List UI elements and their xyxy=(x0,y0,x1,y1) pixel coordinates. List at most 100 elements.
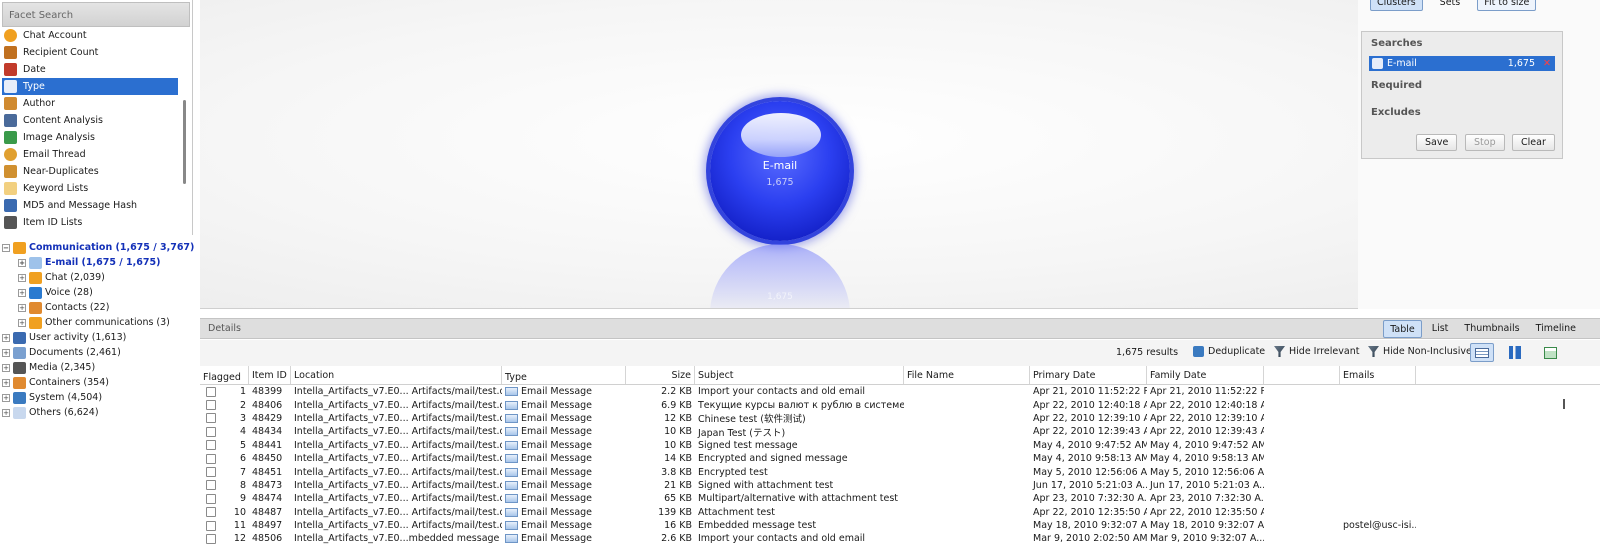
tree-expander[interactable]: + xyxy=(2,408,10,417)
deduplicate-button[interactable]: Deduplicate xyxy=(1193,346,1265,357)
column-header-emails[interactable]: Emails xyxy=(1340,366,1416,384)
tree-expander[interactable]: + xyxy=(18,303,26,312)
tab-thumbnails[interactable]: Thumbnails xyxy=(1458,320,1525,338)
tree-expander[interactable]: − xyxy=(2,243,10,252)
facet-item-md5-and-message-hash[interactable]: MD5 and Message Hash xyxy=(2,197,178,214)
search-entry-email[interactable]: E-mail 1,675 ✕ xyxy=(1369,56,1555,71)
table-row[interactable]: 7 48451 Intella_Artifacts_v7.E0... Artifac… xyxy=(200,465,1600,478)
tree-node[interactable]: + System (4,504) xyxy=(0,390,195,405)
facet-item-author[interactable]: Author xyxy=(2,95,178,112)
facet-item-near-duplicates[interactable]: Near-Duplicates xyxy=(2,163,178,180)
row-number: 9 xyxy=(239,493,246,505)
table-scrollbar[interactable] xyxy=(1563,399,1565,409)
tree-expander[interactable]: + xyxy=(2,378,10,387)
tab-sets[interactable]: Sets xyxy=(1433,0,1468,11)
tree-node[interactable]: − Communication (1,675 / 3,767) xyxy=(0,240,195,255)
column-header-file-name[interactable]: File Name xyxy=(904,366,1030,384)
table-layout-button[interactable] xyxy=(1470,343,1494,362)
column-header-subject[interactable]: Subject xyxy=(695,366,904,384)
cluster-map[interactable]: E-mail 1,675 1,675 xyxy=(200,0,1558,309)
flag-checkbox[interactable] xyxy=(206,480,216,491)
tree-expander[interactable]: + xyxy=(2,393,10,402)
cell-family-date: Apr 22, 2010 12:35:50 A... xyxy=(1150,506,1264,518)
facet-item-recipient-count[interactable]: Recipient Count xyxy=(2,44,178,61)
facet-item-content-analysis[interactable]: Content Analysis xyxy=(2,112,178,129)
documents-icon xyxy=(13,346,26,359)
tree-node[interactable]: + User activity (1,613) xyxy=(0,330,195,345)
flag-checkbox[interactable] xyxy=(206,493,216,504)
facet-item-date[interactable]: Date xyxy=(2,61,178,78)
facet-item-keyword-lists[interactable]: Keyword Lists xyxy=(2,180,178,197)
tree-node[interactable]: + Media (2,345) xyxy=(0,360,195,375)
cluster-sphere-email[interactable]: E-mail 1,675 xyxy=(710,101,850,241)
table-row[interactable]: 3 48429 Intella_Artifacts_v7.E0... Artifac… xyxy=(200,412,1600,425)
table-row[interactable]: 8 48473 Intella_Artifacts_v7.E0... Artifac… xyxy=(200,479,1600,492)
facet-list-scrollbar[interactable] xyxy=(183,100,186,184)
tree-expander[interactable]: + xyxy=(18,318,26,327)
searches-box: Searches E-mail 1,675 ✕ Required Exclude… xyxy=(1361,31,1563,159)
tree-expander[interactable]: + xyxy=(18,258,26,267)
tab-clusters[interactable]: Clusters xyxy=(1370,0,1423,11)
facet-item-item-id-lists[interactable]: Item ID Lists xyxy=(2,214,178,231)
table-row[interactable]: 5 48441 Intella_Artifacts_v7.E0... Artifac… xyxy=(200,439,1600,452)
tree-node[interactable]: + Contacts (22) xyxy=(0,300,195,315)
export-button[interactable] xyxy=(1538,343,1562,362)
clear-button[interactable]: Clear xyxy=(1512,134,1555,151)
table-row[interactable]: 6 48450 Intella_Artifacts_v7.E0... Artifac… xyxy=(200,452,1600,465)
column-header-primary-date[interactable]: Primary Date xyxy=(1030,366,1147,384)
tree-node-label: Others (6,624) xyxy=(29,407,99,418)
flag-checkbox[interactable] xyxy=(206,520,216,531)
hide-non-inclusive-button[interactable]: Hide Non-Inclusive xyxy=(1368,346,1472,357)
facet-item-image-analysis[interactable]: Image Analysis xyxy=(2,129,178,146)
remove-search-icon[interactable]: ✕ xyxy=(1543,58,1551,69)
tree-node[interactable]: + E-mail (1,675 / 1,675) xyxy=(0,255,195,270)
save-button[interactable]: Save xyxy=(1416,134,1458,151)
tree-expander[interactable]: + xyxy=(18,273,26,282)
tree-node[interactable]: + Other communications (3) xyxy=(0,315,195,330)
table-row[interactable]: 12 48506 Intella_Artifacts_v7.E0...mbedded… xyxy=(200,532,1600,545)
table-row[interactable]: 2 48406 Intella_Artifacts_v7.E0... Artifac… xyxy=(200,398,1600,411)
tab-timeline[interactable]: Timeline xyxy=(1530,320,1582,338)
tree-expander[interactable]: + xyxy=(2,333,10,342)
column-header-type[interactable]: Type xyxy=(502,366,626,384)
tree-expander[interactable]: + xyxy=(2,363,10,372)
table-row[interactable]: 4 48434 Intella_Artifacts_v7.E0... Artifac… xyxy=(200,425,1600,439)
tree-expander[interactable]: + xyxy=(18,288,26,297)
table-row[interactable]: 10 48487 Intella_Artifacts_v7.E0... Artifa… xyxy=(200,506,1600,519)
sort-button[interactable] xyxy=(1503,343,1527,362)
flag-checkbox[interactable] xyxy=(206,453,216,464)
column-header-blank[interactable] xyxy=(1264,366,1340,384)
tab-list[interactable]: List xyxy=(1426,320,1455,338)
hide-irrelevant-button[interactable]: Hide Irrelevant xyxy=(1274,346,1359,357)
flag-checkbox[interactable] xyxy=(206,467,216,478)
facet-item-email-thread[interactable]: Email Thread xyxy=(2,146,178,163)
tree-node[interactable]: + Voice (28) xyxy=(0,285,195,300)
column-header-family-date[interactable]: Family Date xyxy=(1147,366,1264,384)
tab-table[interactable]: Table xyxy=(1383,320,1422,338)
flag-checkbox[interactable] xyxy=(206,533,216,544)
tree-node[interactable]: + Documents (2,461) xyxy=(0,345,195,360)
column-header-flagged[interactable]: Flagged xyxy=(200,366,249,384)
facet-item-label: Keyword Lists xyxy=(23,183,89,194)
tree-expander[interactable]: + xyxy=(2,348,10,357)
stop-button[interactable]: Stop xyxy=(1465,134,1505,151)
column-header-item-id[interactable]: Item ID xyxy=(249,366,291,384)
facet-item-chat-account[interactable]: Chat Account xyxy=(2,27,178,44)
facet-item-type[interactable]: Type xyxy=(2,78,178,95)
flag-checkbox[interactable] xyxy=(206,507,216,518)
tree-node[interactable]: + Others (6,624) xyxy=(0,405,195,420)
column-header-location[interactable]: Location xyxy=(291,366,502,384)
column-header-size[interactable]: Size xyxy=(626,366,695,384)
flag-checkbox[interactable] xyxy=(206,400,216,411)
flag-checkbox[interactable] xyxy=(206,426,216,437)
flag-checkbox[interactable] xyxy=(206,413,216,424)
table-row[interactable]: 9 48474 Intella_Artifacts_v7.E0... Artifac… xyxy=(200,492,1600,505)
table-row[interactable]: 11 48497 Intella_Artifacts_v7.E0... Artifa… xyxy=(200,519,1600,532)
flag-checkbox[interactable] xyxy=(206,440,216,451)
tree-node[interactable]: + Chat (2,039) xyxy=(0,270,195,285)
fit-to-size-button[interactable]: Fit to size xyxy=(1477,0,1537,11)
tree-node-label: Documents (2,461) xyxy=(29,347,121,358)
flag-checkbox[interactable] xyxy=(206,386,216,397)
tree-node[interactable]: + Containers (354) xyxy=(0,375,195,390)
table-row[interactable]: 1 48399 Intella_Artifacts_v7.E0... Artifac… xyxy=(200,385,1600,398)
